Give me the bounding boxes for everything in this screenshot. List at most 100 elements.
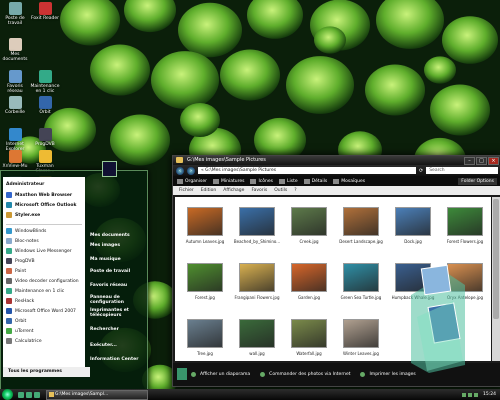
start-menu-item[interactable]: ResHack <box>3 296 85 306</box>
order-prints-link[interactable]: Commander des photos via Internet <box>269 372 350 377</box>
explorer-title-bar[interactable]: G:\Mes images\Sample Pictures – □ × <box>173 156 500 165</box>
file-name: Waterfall.jpg <box>296 351 322 356</box>
start-menu-item[interactable]: Calculatrice <box>3 336 85 346</box>
start-menu-item-label: Bloc-notes <box>15 238 39 244</box>
menu-view[interactable]: Affichage <box>223 186 244 195</box>
start-menu-item[interactable]: Maxthon Web Browser <box>3 190 85 200</box>
all-programs-button[interactable]: Tous les programmes <box>3 367 90 377</box>
file-name: Tree.jpg <box>197 351 213 356</box>
messenger-tray-icon[interactable] <box>474 392 479 397</box>
back-button[interactable]: ‹ <box>176 166 184 175</box>
folder-options-button[interactable]: Folder Options <box>458 177 497 185</box>
start-menu-item-label: uTorrent <box>15 328 34 334</box>
slideshow-link[interactable]: Afficher un diaporama <box>200 372 250 377</box>
start-menu-item[interactable]: Maintenance en 1 clic <box>3 286 85 296</box>
desktop-icon[interactable]: Poste de travail <box>0 2 30 26</box>
start-button[interactable] <box>2 389 13 400</box>
program-icon <box>6 288 12 294</box>
start-menu-place-link[interactable]: Rechercher <box>90 327 119 332</box>
menu-favorites[interactable]: Favoris <box>251 186 267 195</box>
progdvb-icon <box>38 128 52 141</box>
address-field[interactable]: « G:\Mes images\Sample Pictures <box>198 167 416 174</box>
menu-file[interactable]: Fichier <box>179 186 194 195</box>
maximize-button[interactable]: □ <box>476 157 487 165</box>
start-menu-item[interactable]: Microsoft Office Word 2007 <box>3 306 85 316</box>
show-desktop-icon[interactable] <box>18 391 24 398</box>
start-menu-place-link[interactable]: Panneau de configuration <box>90 295 124 305</box>
file-thumbnail[interactable]: Creek.jpg <box>284 207 334 263</box>
start-menu-item[interactable]: Microsoft Office Outlook <box>3 200 85 210</box>
dragged-folder-icon[interactable] <box>407 265 469 375</box>
vertical-scrollbar[interactable] <box>492 197 500 361</box>
image-preview <box>239 207 275 236</box>
file-thumbnail[interactable]: Frangipani Flowers.jpg <box>232 263 282 319</box>
file-thumbnail[interactable]: Forest Flowers.jpg <box>440 207 490 263</box>
close-button[interactable]: × <box>488 157 499 165</box>
desktop-icon[interactable]: ProgDVB <box>30 128 60 147</box>
file-thumbnail[interactable]: Autumn Leaves.jpg <box>180 207 230 263</box>
start-menu-item[interactable]: Bloc-notes <box>3 236 85 246</box>
start-menu-place-link[interactable]: Mes documents <box>90 233 130 238</box>
taskbar-window-button[interactable]: G:\Mes images\Sampl... <box>46 389 148 400</box>
start-menu-item[interactable]: ProgDVB <box>3 256 85 266</box>
start-menu-item[interactable]: Orbit <box>3 316 85 326</box>
image-preview <box>187 319 223 348</box>
start-menu-place-link[interactable]: Mes images <box>90 243 120 248</box>
program-icon <box>6 318 12 324</box>
start-menu-item[interactable]: Paint <box>3 266 85 276</box>
desktop-icon[interactable]: Foxit Reader <box>30 2 60 21</box>
desktop-icon[interactable]: Orbit <box>30 96 60 115</box>
file-thumbnail[interactable]: Dock.jpg <box>388 207 438 263</box>
scrollbar-thumb[interactable] <box>493 199 499 319</box>
start-menu-item[interactable]: Styler.exe <box>3 210 85 220</box>
file-thumbnail[interactable]: Beached_by_Shimino... <box>232 207 282 263</box>
desktop-icon[interactable]: Mes documents <box>0 38 30 62</box>
start-menu-place-link[interactable]: Favoris réseau <box>90 283 127 288</box>
view-tiles-button[interactable]: Mosaïques <box>333 178 365 184</box>
start-menu-place-link[interactable]: Ma musique <box>90 257 121 262</box>
order-prints-icon <box>260 372 266 377</box>
file-thumbnail[interactable]: Garden.jpg <box>284 263 334 319</box>
start-menu-item-label: Microsoft Office Word 2007 <box>15 308 76 314</box>
organize-button[interactable]: Organiser <box>177 178 207 184</box>
desktop-icon[interactable]: XnView-Mu <box>0 150 30 169</box>
menu-help[interactable]: ? <box>294 186 296 195</box>
image-preview <box>291 319 327 348</box>
file-thumbnail[interactable]: Green Sea Turtle.jpg <box>336 263 386 319</box>
start-menu-item-label: Maintenance en 1 clic <box>15 288 65 294</box>
desktop-icon[interactable]: Corbeille <box>0 96 30 115</box>
media-player-icon[interactable] <box>34 391 40 398</box>
volume-tray-icon[interactable] <box>468 392 473 397</box>
start-menu-place-link[interactable]: Exécuter... <box>90 343 117 348</box>
system-tray: 15:24 <box>462 392 500 397</box>
program-icon <box>6 328 12 334</box>
browser-icon[interactable] <box>26 391 32 398</box>
start-menu-item[interactable]: Windows Live Messenger <box>3 246 85 256</box>
network-tray-icon[interactable] <box>462 392 467 397</box>
view-icons-button[interactable]: Icônes <box>250 178 273 184</box>
start-menu-place-link[interactable]: Imprimantes et télécopieurs <box>90 308 129 318</box>
start-menu-item[interactable]: Video decoder configuration <box>3 276 85 286</box>
search-input[interactable]: Search <box>426 167 498 174</box>
view-details-button[interactable]: Détails <box>303 178 327 184</box>
file-thumbnail[interactable]: Desert Landscape.jpg <box>336 207 386 263</box>
desktop-icon[interactable]: Internet Explorer <box>0 128 30 152</box>
clock[interactable]: 15:24 <box>483 392 496 397</box>
start-menu-item[interactable]: uTorrent <box>3 326 85 336</box>
file-thumbnail[interactable]: Forest.jpg <box>180 263 230 319</box>
menu-edit[interactable]: Edition <box>201 186 217 195</box>
desktop-icon[interactable]: Maintenance en 1 clic <box>30 70 60 94</box>
desktop-icon[interactable]: Favoris réseau <box>0 70 30 94</box>
start-menu-place-link[interactable]: Information Center <box>90 357 138 362</box>
refresh-icon[interactable]: ⟳ <box>419 168 423 174</box>
desktop-icon-label: Maintenance en 1 clic <box>30 84 60 94</box>
view-list-button[interactable]: Liste <box>279 178 298 184</box>
start-menu-place-link[interactable]: Poste de travail <box>90 269 130 274</box>
start-menu-item[interactable]: WindowBlinds <box>3 226 85 236</box>
program-icon <box>6 258 12 264</box>
view-thumbnails-button[interactable]: Miniatures <box>213 178 244 184</box>
forward-button[interactable]: › <box>187 166 195 175</box>
minimize-button[interactable]: – <box>464 157 475 165</box>
start-menu-user-name: Administrateur <box>6 182 45 187</box>
menu-tools[interactable]: Outils <box>274 186 287 195</box>
